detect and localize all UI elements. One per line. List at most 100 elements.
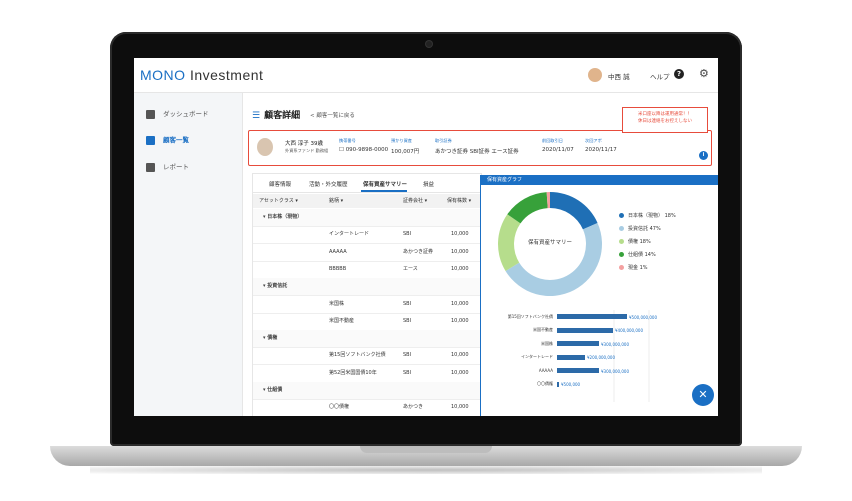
bar-value-label: ¥300,000,000 (601, 341, 629, 347)
cell-name: 〇〇債権 (329, 404, 350, 411)
legend-value: 18% (664, 213, 676, 219)
close-button[interactable]: ✕ (692, 384, 714, 406)
sidebar: ダッシュボード 顧客一覧 レポート (134, 93, 243, 416)
cell-name: 米国不動産 (329, 317, 355, 324)
legend-label: 投資信託 (628, 226, 649, 232)
table-row[interactable]: 第52回米国国債10年 SBI 10,000 (253, 365, 481, 383)
col-asset-class[interactable]: アセットクラス ▾ (259, 194, 298, 208)
cell-name: BBBBB (329, 265, 347, 272)
sidebar-item-label: レポート (163, 163, 189, 171)
legend-swatch (619, 213, 624, 218)
bar[interactable] (557, 354, 585, 360)
table-row[interactable]: BBBBB エース 10,000 (253, 261, 481, 279)
bar-category-label: 第15回ソフトバンク社債 (507, 313, 553, 319)
legend-value: 14% (644, 252, 656, 258)
field-last-trade: 前回取引日 2020/11/07 (542, 138, 574, 153)
table-row[interactable]: インタートレード SBI 10,000 (253, 226, 481, 245)
table-group-row[interactable]: ▾ 日本株（現物） (253, 209, 481, 227)
legend-swatch (619, 265, 624, 270)
cell-broker: SBI (403, 231, 412, 238)
cell-name: 米国株 (329, 300, 345, 307)
field-value: あかつき証券 SBI証券 エース証券 (435, 149, 519, 155)
list-icon (146, 135, 155, 145)
sidebar-item-label: ダッシュボード (163, 110, 209, 118)
help-link[interactable]: ヘルプ (650, 71, 670, 81)
bar[interactable] (557, 381, 559, 387)
group-label: ▾ 投資信託 (263, 283, 288, 290)
col-broker[interactable]: 証券会社 ▾ (403, 194, 427, 208)
field-label: 前回取引日 (542, 138, 563, 143)
pie-slice[interactable] (550, 192, 598, 230)
legend-value: 47% (649, 226, 661, 232)
table-row[interactable]: 第15回ソフトバンク社債 SBI 10,000 (253, 347, 481, 366)
field-value-text: 090-9898-0000 (345, 147, 389, 153)
pie-slice[interactable] (505, 222, 602, 296)
tab-customer-info[interactable]: 顧客情報 (269, 180, 291, 188)
legend-swatch (619, 226, 624, 231)
table-row[interactable]: 米国株 SBI 10,000 (253, 296, 481, 314)
info-icon[interactable]: i (699, 151, 708, 160)
help-icon[interactable]: ? (674, 69, 684, 79)
bar[interactable] (557, 368, 599, 373)
legend-item: 投資信託 47% (619, 225, 661, 232)
bar-value-label: ¥500,000,000 (629, 314, 657, 320)
col-security[interactable]: 銘柄 ▾ (329, 194, 343, 208)
report-icon (146, 162, 155, 172)
legend-value: 1% (639, 265, 648, 271)
table-group-row[interactable]: ▾ 仕組債 (253, 382, 481, 400)
legend-item: 日本株（現物） 18% (619, 212, 676, 219)
cell-name: AAAAA (329, 248, 347, 255)
bar[interactable] (557, 314, 627, 319)
cell-shares: 10,000 (451, 265, 469, 272)
cell-shares: 10,000 (451, 369, 469, 376)
logo-suffix: Investment (185, 67, 264, 83)
gear-icon[interactable]: ⚙ (699, 67, 709, 80)
cell-name: 第52回米国国債10年 (329, 369, 377, 376)
col-shares[interactable]: 保有株数 ▾ (447, 194, 471, 208)
cell-shares: 10,000 (451, 248, 469, 255)
top-bar: MONO Investment 中西 誠 ヘルプ ? ⚙ (134, 58, 718, 93)
customer-card: 大西 淳子 39歳 外資系ファンド 勤務組 携帯番号 ☐ 090-9898-000… (248, 130, 712, 166)
customer-avatar (257, 138, 273, 156)
username[interactable]: 中西 誠 (608, 71, 630, 81)
table-group-row[interactable]: ▾ 投資信託 (253, 278, 481, 297)
table-row[interactable]: 〇〇債権 あかつき 10,000 (253, 399, 481, 416)
field-value: ☐ 090-9898-0000 (339, 147, 388, 153)
chart-panel-title: 保有資産グラフ (481, 176, 718, 185)
alert-line: 休日は連絡をお控えしない (638, 119, 692, 124)
tab-bar: 顧客情報 活動・外交履歴 保有資産サマリー 損益 (253, 174, 481, 193)
sidebar-item-report[interactable]: レポート (146, 160, 236, 174)
group-label: ▾ 債権 (263, 335, 278, 342)
field-brokers: 取引証券 あかつき証券 SBI証券 エース証券 (435, 138, 519, 155)
field-phone: 携帯番号 ☐ 090-9898-0000 (339, 138, 388, 153)
main-content: ☰ 顧客詳細 < 顧客一覧に戻る 米口座以降は運用通常！！ 休日は連絡をお控えしな… (244, 93, 718, 416)
bar-value-label: ¥200,000,000 (587, 355, 615, 360)
active-tab-indicator (361, 190, 407, 192)
page-title-text: 顧客詳細 (264, 111, 301, 121)
cell-shares: 10,000 (451, 317, 469, 324)
field-value: 2020/11/17 (585, 147, 617, 153)
tab-holdings-summary[interactable]: 保有資産サマリー (363, 180, 407, 188)
holdings-panel: 顧客情報 活動・外交履歴 保有資産サマリー 損益 アセットクラス ▾ 銘柄 ▾ … (252, 173, 482, 416)
bar-value-label: ¥500,000 (561, 382, 581, 387)
app-logo[interactable]: MONO Investment (140, 67, 263, 83)
sidebar-item-customers[interactable]: 顧客一覧 (146, 133, 236, 147)
tab-pnl[interactable]: 損益 (423, 180, 434, 188)
user-avatar[interactable] (588, 68, 602, 82)
bar-category-label: 〇〇債権 (537, 381, 553, 386)
table-row[interactable]: AAAAA あかつき証券 10,000 (253, 244, 481, 262)
cell-broker: あかつき (403, 404, 424, 411)
cell-broker: SBI (403, 300, 412, 307)
cell-broker: エース (403, 265, 418, 272)
bar[interactable] (557, 327, 613, 333)
table-row[interactable]: 米国不動産 SBI 10,000 (253, 313, 481, 331)
sidebar-item-dashboard[interactable]: ダッシュボード (146, 107, 236, 121)
back-to-list-link[interactable]: < 顧客一覧に戻る (310, 111, 355, 119)
tab-activity[interactable]: 活動・外交履歴 (309, 180, 348, 188)
asset-chart-panel: 保有資産グラフ 保有資産サマリー 日本株（現物） 18% 投資信託 47% 債権 1… (480, 175, 718, 416)
cell-name: インタートレード (329, 231, 370, 238)
table-group-row[interactable]: ▾ 債権 (253, 330, 481, 349)
legend-item: 債権 18% (619, 238, 651, 245)
field-value: 2020/11/07 (542, 147, 574, 153)
bar[interactable] (557, 341, 599, 346)
